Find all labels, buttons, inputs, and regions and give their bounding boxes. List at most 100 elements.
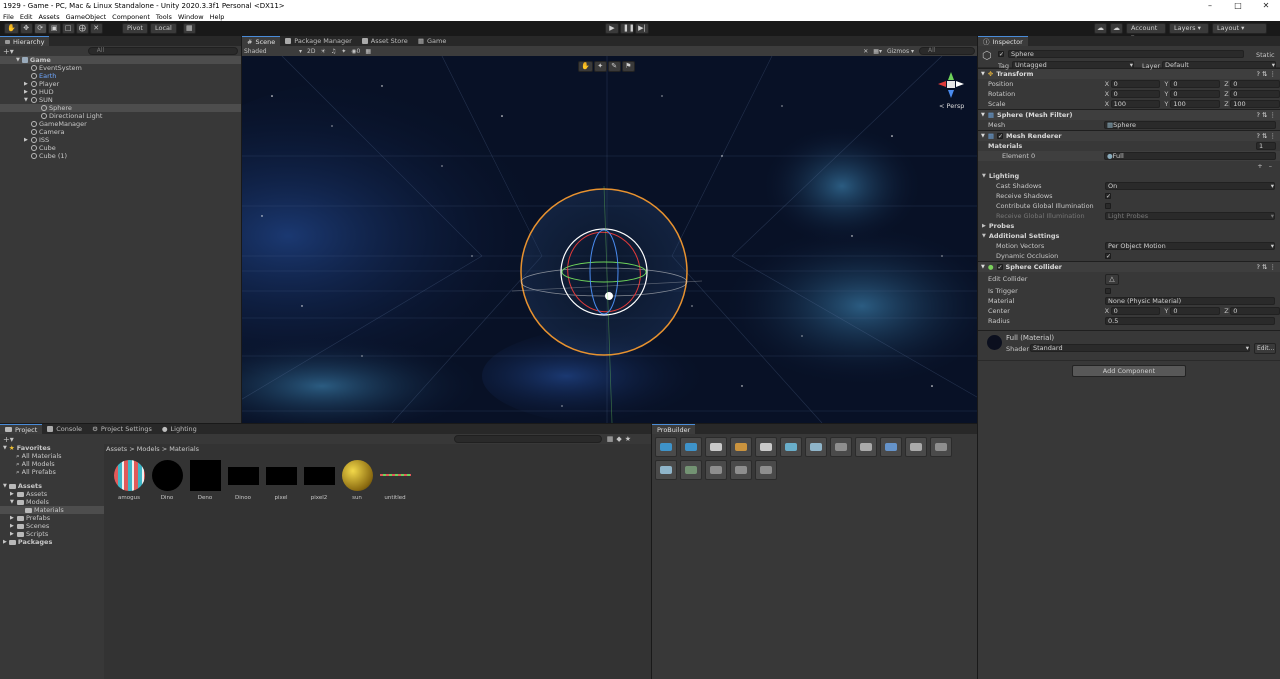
step-button[interactable]: ▶| xyxy=(635,23,649,34)
transform-position-x-field[interactable]: 0 xyxy=(1110,80,1161,88)
hierarchy-item[interactable]: Cube xyxy=(0,144,241,152)
menu-help[interactable]: Help xyxy=(210,13,225,21)
mesh-renderer-enabled-checkbox[interactable]: ✓ xyxy=(997,133,1003,140)
menu-file[interactable]: File xyxy=(3,13,14,21)
asset-tree-item[interactable]: ▼ Models xyxy=(0,498,104,506)
perspective-label[interactable]: < Persp xyxy=(939,102,964,110)
contribute-gi-checkbox[interactable] xyxy=(1105,203,1111,209)
axis-x-label[interactable]: X xyxy=(1105,79,1111,89)
expand-arrow-icon[interactable]: ▶ xyxy=(10,522,15,530)
cast-shadows-dropdown[interactable]: On ▾ xyxy=(1105,182,1275,190)
transform-scale-y-field[interactable]: 100 xyxy=(1170,100,1221,108)
collider-material-field[interactable]: None (Physic Material) xyxy=(1105,297,1275,305)
transform-header[interactable]: ▼ ✥ Transform ? ⇅ ⋮ xyxy=(978,68,1280,79)
menu-edit[interactable]: Edit xyxy=(20,13,33,21)
hierarchy-item[interactable]: EventSystem xyxy=(0,64,241,72)
camera-icon[interactable]: ▦▾ xyxy=(873,48,882,55)
lighting-section[interactable]: ▼ Lighting xyxy=(978,171,1280,181)
tab-project-settings[interactable]: ⚙ Project Settings xyxy=(87,424,157,434)
view-orbit-icon[interactable]: ✦ xyxy=(593,61,607,72)
transform-rotation-y-field[interactable]: 0 xyxy=(1170,90,1221,98)
center-x-field[interactable]: 0 xyxy=(1110,307,1161,315)
pivot-toggle[interactable]: Pivot xyxy=(122,23,148,34)
favorites-item[interactable]: ⌕ All Prefabs xyxy=(0,468,104,476)
probuilder-tool-icon[interactable] xyxy=(755,460,777,480)
axis-x-label[interactable]: X xyxy=(1105,89,1111,99)
component-menu-icon[interactable]: ? ⇅ ⋮ xyxy=(1256,110,1280,121)
probuilder-tool-icon[interactable] xyxy=(855,437,877,457)
expand-arrow-icon[interactable]: ▶ xyxy=(10,514,15,522)
view-hand-icon[interactable]: ✋ xyxy=(578,61,593,72)
asset-tree-item[interactable]: ▶ Scripts xyxy=(0,530,104,538)
transform-tool-icon[interactable]: ⨁ xyxy=(75,23,89,34)
gizmos-dropdown[interactable]: Gizmos ▾ xyxy=(887,48,914,55)
material-asset[interactable]: Dinoo xyxy=(224,460,262,501)
probuilder-tool-icon[interactable] xyxy=(705,437,727,457)
materials-row[interactable]: Materials 1 xyxy=(978,141,1280,151)
tab-project[interactable]: Project xyxy=(0,424,43,434)
expand-arrow-icon[interactable]: ▶ xyxy=(24,136,29,144)
hierarchy-item[interactable]: Directional Light xyxy=(0,112,241,120)
expand-arrow-icon[interactable]: ▶ xyxy=(10,490,15,498)
add-material-button[interactable]: + xyxy=(1257,161,1262,171)
mesh-field[interactable]: ▦Sphere xyxy=(1104,121,1276,129)
menu-window[interactable]: Window xyxy=(178,13,204,21)
expand-arrow-icon[interactable]: ▼ xyxy=(16,56,20,64)
probuilder-tool-icon[interactable] xyxy=(730,437,752,457)
tab-asset-store[interactable]: Asset Store xyxy=(357,36,413,46)
static-toggle[interactable]: Static xyxy=(1256,51,1275,59)
remove-material-button[interactable]: – xyxy=(1269,161,1272,171)
favorites-header[interactable]: ▼ ★ Favorites xyxy=(0,444,104,452)
audio-toggle-icon[interactable]: ♫ xyxy=(331,48,336,55)
collab-icon[interactable]: ☁ xyxy=(1094,23,1107,34)
receive-shadows-checkbox[interactable]: ✓ xyxy=(1105,193,1111,200)
hierarchy-item[interactable]: ▶ HUD xyxy=(0,88,241,96)
probes-section[interactable]: ▶ Probes xyxy=(978,221,1280,231)
layout-dropdown[interactable]: Layout ▾ xyxy=(1212,23,1267,34)
menu-tools[interactable]: Tools xyxy=(156,13,172,21)
hierarchy-item[interactable]: ▼ SUN xyxy=(0,96,241,104)
expand-arrow-icon[interactable]: ▶ xyxy=(24,88,29,96)
additional-settings-section[interactable]: ▼ Additional Settings xyxy=(978,231,1280,241)
probuilder-tool-icon[interactable] xyxy=(805,437,827,457)
tab-lighting[interactable]: ● Lighting xyxy=(157,424,202,434)
object-name-field[interactable]: Sphere xyxy=(1008,50,1244,58)
material-asset[interactable]: sun xyxy=(338,460,376,501)
radius-field[interactable]: 0.5 xyxy=(1105,317,1275,325)
tab-package-manager[interactable]: Package Manager xyxy=(280,36,357,46)
tab-hierarchy[interactable]: Hierarchy xyxy=(0,36,50,46)
move-tool-icon[interactable]: ✥ xyxy=(19,23,33,34)
sphere-collider-enabled-checkbox[interactable]: ✓ xyxy=(996,264,1003,271)
menu-gameobject[interactable]: GameObject xyxy=(66,13,107,21)
packages-root[interactable]: ▶ Packages xyxy=(0,538,104,546)
project-add-icon[interactable]: +▾ xyxy=(3,435,14,444)
scene-viewport[interactable]: ✋ ✦ ✎ ⚑ < Persp xyxy=(242,56,977,423)
rotate-tool-icon[interactable]: ⟳ xyxy=(33,23,47,34)
motion-vectors-dropdown[interactable]: Per Object Motion ▾ xyxy=(1105,242,1275,250)
menu-assets[interactable]: Assets xyxy=(38,13,59,21)
hierarchy-item[interactable]: Sphere xyxy=(0,104,241,112)
scale-tool-icon[interactable]: ▣ xyxy=(47,23,61,34)
mesh-renderer-header[interactable]: ▼ ▦ ✓ Mesh Renderer ? ⇅ ⋮ xyxy=(978,130,1280,141)
project-search-input[interactable] xyxy=(453,435,602,443)
asset-tree-item[interactable]: ▶ Prefabs xyxy=(0,514,104,522)
probuilder-tool-icon[interactable] xyxy=(905,437,927,457)
shader-edit-button[interactable]: Edit... xyxy=(1254,343,1276,354)
grid-toggle-icon[interactable]: ▦ xyxy=(365,48,371,55)
hierarchy-item[interactable]: ▶ ISS xyxy=(0,136,241,144)
material-asset[interactable]: amogus xyxy=(110,460,148,501)
layer-dropdown[interactable]: Default ▾ xyxy=(1162,61,1276,69)
probuilder-tool-icon[interactable] xyxy=(680,437,702,457)
favorites-item[interactable]: ⌕ All Models xyxy=(0,460,104,468)
minimize-button[interactable]: – xyxy=(1196,0,1224,12)
tag-dropdown[interactable]: Untagged ▾ xyxy=(1012,61,1134,69)
asset-tree-item[interactable]: ▶ Scenes xyxy=(0,522,104,530)
center-z-field[interactable]: 0 xyxy=(1230,307,1280,315)
expand-arrow-icon[interactable]: ▶ xyxy=(10,530,15,538)
material-asset[interactable]: untitled xyxy=(376,460,414,501)
2d-toggle[interactable]: 2D xyxy=(307,48,315,55)
snap-icon[interactable]: ▦ xyxy=(182,23,196,34)
tools-icon[interactable]: ✕ xyxy=(863,48,868,55)
custom-tool-icon[interactable]: ✕ xyxy=(89,23,103,34)
light-toggle-icon[interactable]: ☀ xyxy=(320,48,325,55)
